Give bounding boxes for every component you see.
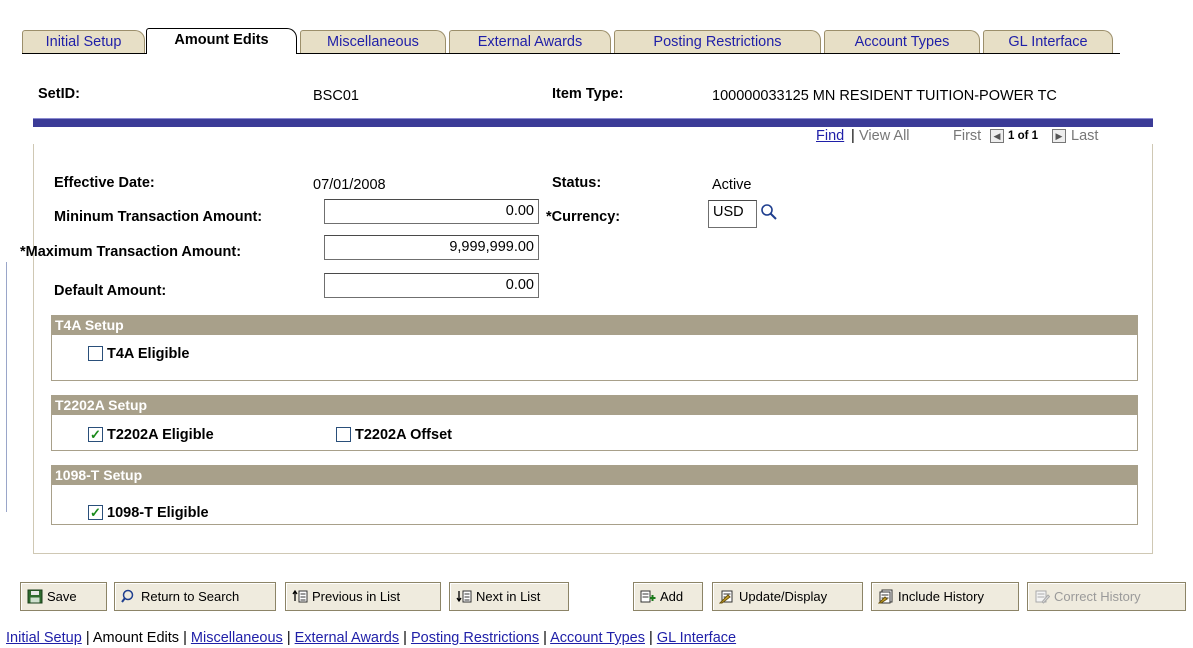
return-to-search-button[interactable]: Return to Search	[114, 582, 276, 611]
t4a-eligible-label: T4A Eligible	[107, 346, 190, 362]
add-document-icon	[640, 586, 656, 603]
add-button[interactable]: Add	[633, 582, 703, 611]
tab-bar: Initial Setup Amount Edits Miscellaneous…	[22, 28, 1120, 54]
min-amount-label: Mininum Transaction Amount:	[54, 209, 263, 225]
find-link[interactable]: Find	[816, 128, 844, 144]
tab-external-awards[interactable]: External Awards	[449, 30, 611, 53]
return-to-search-label: Return to Search	[141, 589, 240, 604]
include-history-icon	[877, 586, 894, 604]
next-list-icon	[456, 586, 472, 603]
next-in-list-label: Next in List	[476, 589, 541, 604]
t2202a-eligible-checkbox[interactable]: ✓	[88, 427, 103, 442]
status-value: Active	[712, 177, 752, 193]
correct-history-label: Correct History	[1054, 589, 1141, 604]
1098t-eligible-label: 1098-T Eligible	[107, 505, 209, 521]
footer-link-account-types[interactable]: Account Types	[550, 630, 645, 646]
footer-link-miscellaneous[interactable]: Miscellaneous	[191, 630, 283, 646]
setid-label: SetID:	[38, 86, 80, 102]
t2202a-offset-label: T2202A Offset	[355, 427, 452, 443]
default-amount-field[interactable]: 0.00	[324, 273, 539, 298]
tab-posting-restrictions[interactable]: Posting Restrictions	[614, 30, 821, 53]
max-amount-field[interactable]: 9,999,999.00	[324, 235, 539, 260]
save-label: Save	[47, 589, 77, 604]
view-all-link[interactable]: View All	[859, 128, 910, 144]
correct-history-button: Correct History	[1027, 582, 1186, 611]
footer-tab-links: Initial Setup | Amount Edits | Miscellan…	[6, 630, 736, 646]
status-label: Status:	[552, 175, 602, 191]
next-in-list-button[interactable]: Next in List	[449, 582, 569, 611]
previous-in-list-label: Previous in List	[312, 589, 401, 604]
include-history-label: Include History	[898, 589, 984, 604]
tab-miscellaneous[interactable]: Miscellaneous	[300, 30, 446, 53]
left-edge-bar	[6, 262, 7, 512]
save-button[interactable]: Save	[20, 582, 107, 611]
update-display-icon	[718, 586, 735, 604]
previous-in-list-button[interactable]: Previous in List	[285, 582, 441, 611]
currency-label: *Currency:	[546, 209, 621, 225]
footer-current-amount-edits: Amount Edits	[92, 630, 180, 646]
nav-separator: |	[851, 128, 855, 144]
tab-amount-edits[interactable]: Amount Edits	[146, 28, 297, 54]
effective-date-value: 07/01/2008	[313, 177, 386, 193]
min-amount-field[interactable]: 0.00	[324, 199, 539, 224]
max-amount-label: *Maximum Transaction Amount:	[20, 244, 242, 260]
tab-account-types[interactable]: Account Types	[824, 30, 980, 53]
t4a-eligible-checkbox[interactable]	[88, 346, 103, 361]
1098t-setup-box	[51, 485, 1138, 525]
include-history-button[interactable]: Include History	[871, 582, 1019, 611]
setid-value: BSC01	[313, 88, 359, 104]
magnifier-icon	[121, 586, 137, 603]
search-lookup-icon[interactable]	[760, 203, 778, 221]
t4a-setup-box	[51, 335, 1138, 381]
footer-separator: |	[286, 630, 295, 646]
first-link[interactable]: First	[953, 128, 981, 144]
update-display-label: Update/Display	[739, 589, 828, 604]
add-label: Add	[660, 589, 684, 604]
t4a-setup-header: T4A Setup	[51, 315, 1138, 335]
footer-link-posting-restrictions[interactable]: Posting Restrictions	[411, 630, 539, 646]
previous-arrow-icon[interactable]: ◀	[990, 129, 1004, 143]
t2202a-setup-box	[51, 415, 1138, 451]
t2202a-setup-header: T2202A Setup	[51, 395, 1138, 415]
1098t-eligible-checkbox[interactable]: ✓	[88, 505, 103, 520]
floppy-disk-icon	[27, 586, 43, 604]
footer-link-external-awards[interactable]: External Awards	[295, 630, 400, 646]
tab-gl-interface[interactable]: GL Interface	[983, 30, 1113, 53]
t2202a-eligible-label: T2202A Eligible	[107, 427, 214, 443]
row-position: 1 of 1	[1008, 130, 1039, 142]
tab-initial-setup[interactable]: Initial Setup	[22, 30, 145, 53]
next-arrow-icon[interactable]: ▶	[1052, 129, 1066, 143]
currency-field[interactable]: USD	[708, 200, 757, 228]
correct-history-icon	[1034, 586, 1051, 604]
footer-separator: |	[403, 630, 411, 646]
footer-link-initial-setup[interactable]: Initial Setup	[6, 630, 82, 646]
t2202a-offset-checkbox[interactable]	[336, 427, 351, 442]
effective-date-label: Effective Date:	[54, 175, 155, 191]
last-link[interactable]: Last	[1071, 128, 1098, 144]
item-type-value: 100000033125 MN RESIDENT TUITION-POWER T…	[712, 88, 1057, 104]
previous-list-icon	[292, 586, 308, 603]
item-type-label: Item Type:	[552, 86, 624, 102]
default-amount-label: Default Amount:	[54, 283, 167, 299]
update-display-button[interactable]: Update/Display	[712, 582, 863, 611]
1098t-setup-header: 1098-T Setup	[51, 465, 1138, 485]
footer-separator: |	[183, 630, 191, 646]
footer-separator: |	[649, 630, 657, 646]
footer-link-gl-interface[interactable]: GL Interface	[657, 630, 736, 646]
footer-separator: |	[85, 630, 93, 646]
